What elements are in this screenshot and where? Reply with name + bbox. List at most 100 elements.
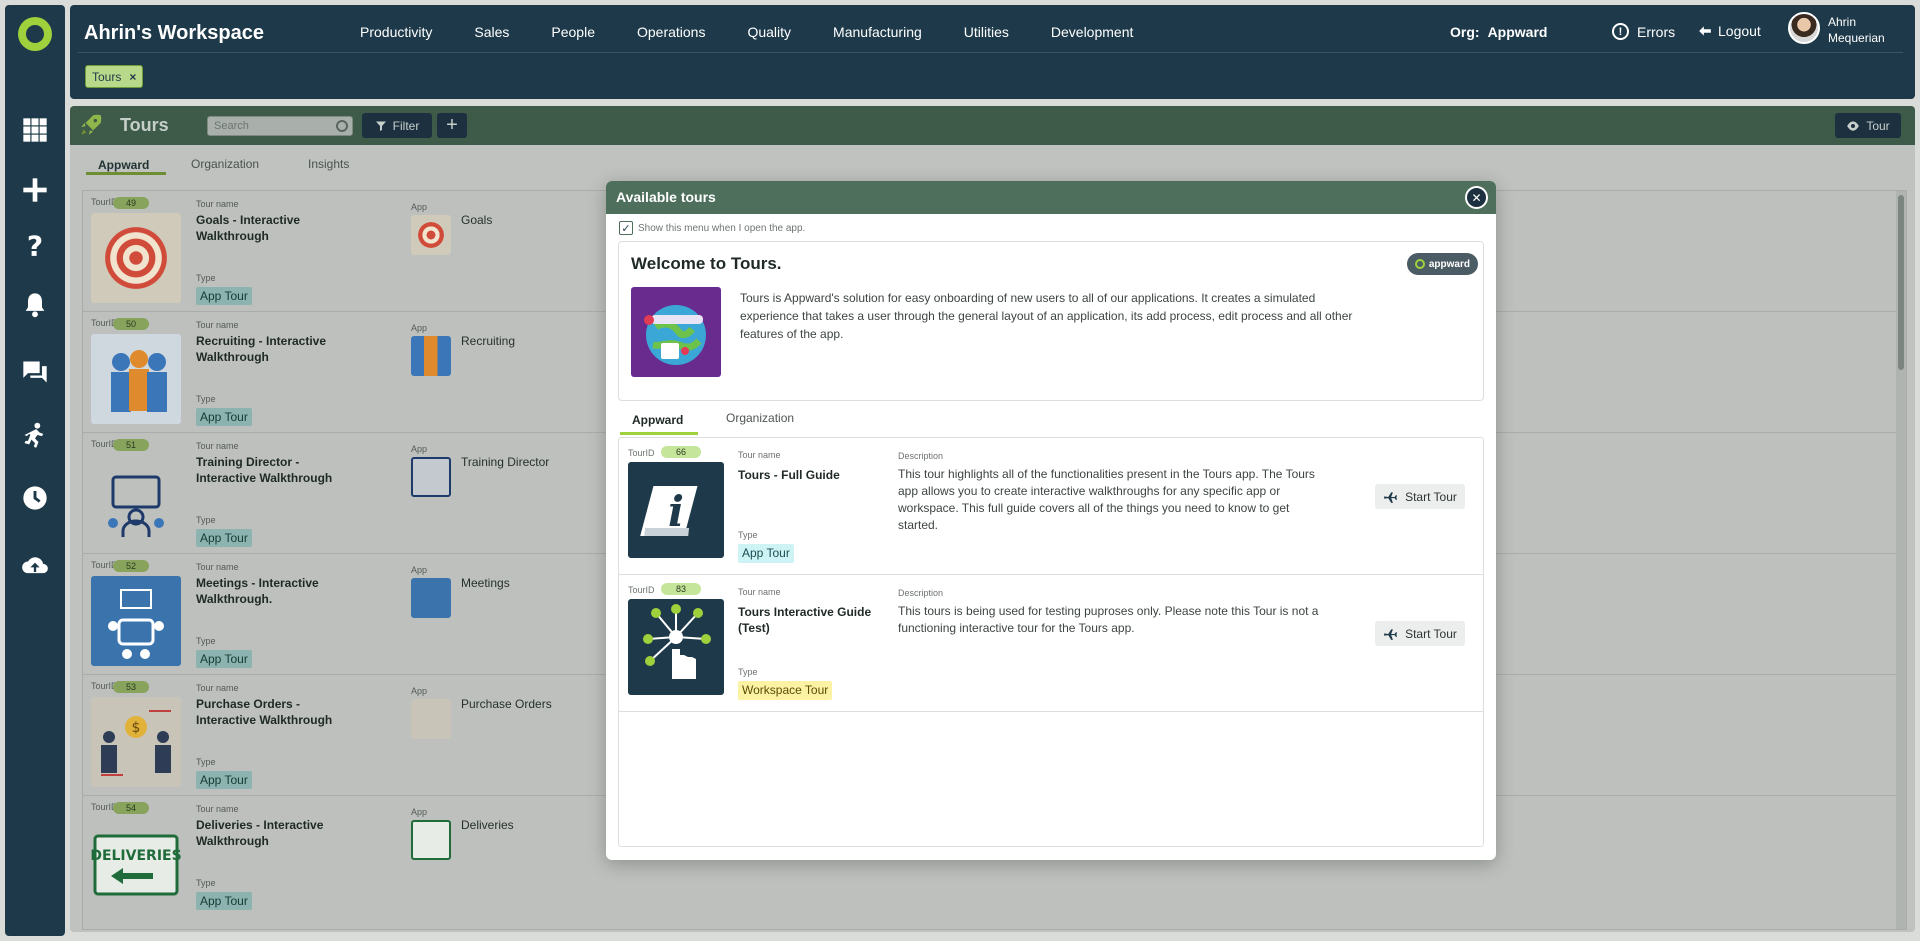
app-label: App [411, 686, 428, 696]
tour-name: Meetings - Interactive Walkthrough. [196, 576, 319, 606]
tour-name-label: Tour name [196, 562, 239, 572]
open-app-chip-tours[interactable]: Tours × [85, 65, 144, 88]
tour-name-label: Tour name [196, 804, 239, 814]
list-scrollbar[interactable] [1896, 191, 1906, 929]
svg-text:$: $ [132, 720, 141, 736]
avatar[interactable] [1788, 12, 1820, 44]
tour-name: Purchase Orders - Interactive Walkthroug… [196, 697, 333, 727]
tour-id-badge: 53 [113, 681, 149, 693]
add-tour-button[interactable]: + [437, 113, 467, 138]
welcome-panel: Welcome to Tours. appward Tours is Appwa… [618, 241, 1484, 401]
available-tours-modal: Available tours ✕ ✓ Show this menu when … [606, 181, 1496, 860]
app-label: App [411, 323, 428, 333]
appward-logo-icon [1414, 259, 1425, 269]
modal-title: Available tours [616, 189, 716, 205]
tab-organization[interactable]: Organization [191, 157, 259, 171]
tour-button[interactable]: Tour [1835, 113, 1901, 138]
tour-type-badge: Workspace Tour [738, 681, 833, 700]
description-label: Description [898, 451, 944, 461]
plus-icon[interactable] [20, 175, 50, 205]
nav-manufacturing[interactable]: Manufacturing [833, 24, 922, 40]
filter-button[interactable]: Filter [362, 113, 432, 138]
active-tab-underline [86, 172, 166, 175]
funnel-icon [375, 121, 386, 131]
tour-name-label: Tour name [196, 199, 239, 209]
tour-name-label: Tour name [738, 450, 781, 460]
arrow-left-icon [1699, 26, 1711, 36]
running-icon[interactable] [20, 420, 50, 450]
brand-label: appward [1428, 258, 1470, 270]
chat-icon[interactable] [20, 357, 50, 387]
modal-tab-appward[interactable]: Appward [632, 413, 683, 427]
appward-logo[interactable] [18, 17, 52, 51]
nav-development[interactable]: Development [1051, 24, 1134, 40]
start-tour-button[interactable]: Start Tour [1375, 484, 1465, 509]
logout-button[interactable]: Logout [1698, 23, 1761, 39]
type-label: Type [196, 757, 216, 767]
nav-productivity[interactable]: Productivity [360, 24, 432, 40]
tour-id-badge: 51 [113, 439, 149, 451]
search-placeholder: Search [214, 120, 249, 132]
start-tour-button[interactable]: Start Tour [1375, 621, 1465, 646]
nav-sales[interactable]: Sales [474, 24, 509, 40]
svg-text:?: ? [27, 231, 43, 259]
tab-insights[interactable]: Insights [308, 157, 349, 171]
type-label: Type [196, 636, 216, 646]
show-menu-checkbox[interactable]: ✓ [619, 221, 633, 235]
svg-text:i: i [668, 487, 684, 536]
welcome-description: Tours is Appward's solution for easy onb… [740, 291, 1353, 341]
search-icon [336, 120, 348, 132]
type-label: Type [738, 530, 758, 540]
logout-label: Logout [1718, 23, 1761, 39]
training-director-thumbnail [91, 455, 181, 545]
app-name: Recruiting [461, 334, 516, 348]
nav-operations[interactable]: Operations [637, 24, 705, 40]
tour-name: Tours - Full Guide [738, 468, 840, 482]
start-tour-label: Start Tour [1405, 626, 1457, 641]
clock-icon[interactable] [20, 483, 50, 513]
tour-description: This tour highlights all of the function… [898, 467, 1315, 532]
purchase-orders-app-icon [411, 699, 451, 739]
bell-icon[interactable] [20, 290, 50, 320]
workspace-title: Ahrin's Workspace [84, 22, 264, 44]
recruiting-app-icon [411, 336, 451, 376]
tour-type-badge: App Tour [196, 771, 252, 789]
show-menu-option: ✓ Show this menu when I open the app. [619, 221, 805, 235]
tour-description: This tours is being used for testing pup… [898, 604, 1319, 635]
tour-name: Goals - Interactive Walkthrough [196, 213, 301, 243]
top-header: Ahrin's Workspace Productivity Sales Peo… [70, 5, 1915, 99]
search-input[interactable]: Search [207, 116, 353, 136]
apps-grid-icon[interactable] [20, 115, 50, 145]
org-value: Appward [1487, 24, 1548, 40]
chip-label: Tours [92, 69, 122, 84]
tour-name-label: Tour name [196, 683, 239, 693]
tour-id-badge: 66 [661, 446, 701, 458]
help-icon[interactable]: ? [20, 230, 50, 260]
modal-close-button[interactable]: ✕ [1465, 186, 1488, 209]
nav-utilities[interactable]: Utilities [964, 24, 1009, 40]
scrollbar-thumb[interactable] [1898, 195, 1904, 370]
tourid-label: TourID [628, 448, 655, 458]
chip-close-icon[interactable]: × [129, 70, 136, 84]
nav-people[interactable]: People [551, 24, 595, 40]
rocket-icon [81, 114, 102, 135]
errors-button[interactable]: ! Errors [1612, 23, 1675, 40]
tour-id-badge: 50 [113, 318, 149, 330]
tour-id-badge: 52 [113, 560, 149, 572]
left-sidebar: ? [5, 5, 65, 936]
svg-text:DELIVERIES: DELIVERIES [91, 848, 181, 864]
cloud-upload-icon[interactable] [20, 550, 50, 580]
app-label: App [411, 807, 428, 817]
tab-appward[interactable]: Appward [98, 158, 149, 172]
nav-quality[interactable]: Quality [747, 24, 791, 40]
tour-type-badge: App Tour [196, 892, 252, 910]
airplane-icon [1384, 491, 1398, 503]
tour-button-label: Tour [1866, 118, 1890, 133]
goals-thumbnail [91, 213, 181, 303]
modal-tab-organization[interactable]: Organization [726, 411, 794, 425]
tour-name: Tours Interactive Guide (Test) [738, 605, 872, 635]
org-indicator: Org: Appward [1450, 24, 1547, 40]
tour-name: Recruiting - Interactive Walkthrough [196, 334, 327, 364]
tour-name-label: Tour name [196, 320, 239, 330]
errors-label: Errors [1637, 23, 1676, 40]
